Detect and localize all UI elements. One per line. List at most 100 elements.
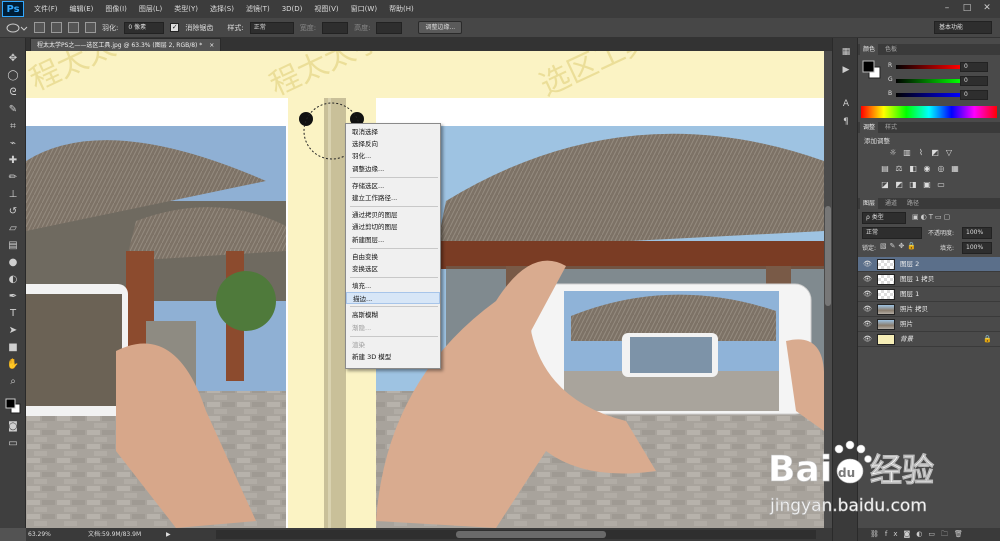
menu-image[interactable]: 图像(I): [99, 0, 133, 18]
eye-icon[interactable]: 👁: [863, 290, 872, 298]
color-balance-adjust-icon[interactable]: ⚖: [894, 164, 904, 174]
menu-layer[interactable]: 图层(L): [133, 0, 168, 18]
height-input[interactable]: [376, 21, 403, 34]
menu-item-transform-selection[interactable]: 变换选区: [346, 263, 440, 275]
menu-item-new-3d-model[interactable]: 新建 3D 模型: [346, 351, 440, 363]
menu-item-gaussian-blur[interactable]: 高斯模糊: [346, 309, 440, 321]
type-tool-icon[interactable]: T: [6, 307, 20, 321]
brightness-adjust-icon[interactable]: ☼: [888, 148, 898, 158]
curves-adjust-icon[interactable]: ⌇: [916, 148, 926, 158]
gradient-tool-icon[interactable]: ▤: [6, 239, 20, 253]
photo-filter-adjust-icon[interactable]: ◉: [922, 164, 932, 174]
opacity-input[interactable]: 100%: [962, 227, 992, 239]
menu-3d[interactable]: 3D(D): [276, 0, 309, 18]
selective-color-adjust-icon[interactable]: ▣: [922, 180, 932, 190]
tab-layers[interactable]: 图层: [860, 198, 879, 209]
tab-color[interactable]: 颜色: [860, 44, 879, 55]
close-window-button[interactable]: ✕: [980, 2, 994, 14]
exposure-adjust-icon[interactable]: ◩: [930, 148, 940, 158]
document-tab[interactable]: 程太太学PS之——选区工具.jpg @ 63.3% (图层 2, RGB/8) …: [30, 38, 222, 51]
maximize-button[interactable]: □: [960, 2, 974, 14]
eye-icon[interactable]: 👁: [863, 335, 872, 343]
green-slider[interactable]: G 0: [888, 76, 996, 86]
layer-row[interactable]: 👁 照片: [858, 317, 1000, 332]
color-lookup-adjust-icon[interactable]: ▦: [950, 164, 960, 174]
close-tab-icon[interactable]: ×: [209, 42, 214, 49]
history-brush-tool-icon[interactable]: ↺: [6, 205, 20, 219]
channel-mixer-adjust-icon[interactable]: ◎: [936, 164, 946, 174]
elliptical-marquee-tool-preset-icon[interactable]: [6, 22, 28, 34]
actions-panel-icon[interactable]: ▶: [840, 64, 852, 76]
green-slider-bar[interactable]: [896, 79, 960, 83]
path-selection-tool-icon[interactable]: ➤: [6, 324, 20, 338]
add-to-selection-icon[interactable]: [51, 22, 62, 33]
layer-row[interactable]: 👁 图层 1: [858, 287, 1000, 302]
crop-tool-icon[interactable]: ⌗: [6, 120, 20, 134]
layer-row[interactable]: 👁 图层 1 拷贝: [858, 272, 1000, 287]
color-swatch-icon[interactable]: [862, 60, 882, 80]
red-slider-bar[interactable]: [896, 65, 960, 69]
menu-item-layer-via-cut[interactable]: 通过剪切的图层: [346, 221, 440, 233]
menu-item-make-work-path[interactable]: 建立工作路径...: [346, 192, 440, 204]
style-select[interactable]: 正常: [249, 21, 294, 34]
hue-saturation-adjust-icon[interactable]: ▤: [880, 164, 890, 174]
gradient-map-adjust-icon[interactable]: ▭: [936, 180, 946, 190]
status-menu-arrow-icon[interactable]: ▶: [166, 528, 171, 541]
clone-stamp-tool-icon[interactable]: ⊥: [6, 188, 20, 202]
layer-name[interactable]: 图层 2: [900, 257, 919, 272]
levels-adjust-icon[interactable]: ▥: [902, 148, 912, 158]
menu-item-feather[interactable]: 羽化...: [346, 150, 440, 162]
blend-mode-select[interactable]: 正常: [862, 227, 922, 239]
vibrance-adjust-icon[interactable]: ▽: [944, 148, 954, 158]
elliptical-marquee-tool-icon[interactable]: ◯: [6, 69, 20, 83]
brush-tool-icon[interactable]: ✏: [6, 171, 20, 185]
red-slider[interactable]: R 0: [888, 62, 996, 72]
layer-row[interactable]: 👁 照片 拷贝: [858, 302, 1000, 317]
lasso-tool-icon[interactable]: ᘓ: [6, 86, 20, 100]
paragraph-panel-icon[interactable]: ¶: [840, 116, 852, 128]
eye-icon[interactable]: 👁: [863, 305, 872, 313]
menu-item-free-transform[interactable]: 自由变换: [346, 251, 440, 263]
hand-tool-icon[interactable]: ✋: [6, 358, 20, 372]
layer-name[interactable]: 图层 1 拷贝: [900, 272, 934, 287]
intersect-selection-icon[interactable]: [85, 22, 96, 33]
color-spectrum-bar[interactable]: [861, 106, 997, 118]
tab-paths[interactable]: 路径: [904, 198, 922, 209]
character-panel-icon[interactable]: A: [840, 98, 852, 110]
eye-icon[interactable]: 👁: [863, 275, 872, 283]
tab-channels[interactable]: 通道: [882, 198, 900, 209]
horizontal-scrollbar[interactable]: [216, 530, 816, 539]
red-value[interactable]: 0: [960, 62, 988, 72]
quick-selection-tool-icon[interactable]: ✎: [6, 103, 20, 117]
pen-tool-icon[interactable]: ✒: [6, 290, 20, 304]
layer-kind-filter[interactable]: ρ 类型: [862, 212, 906, 224]
invert-adjust-icon[interactable]: ◪: [880, 180, 890, 190]
threshold-adjust-icon[interactable]: ◨: [908, 180, 918, 190]
antialias-checkbox[interactable]: ✓: [170, 23, 180, 32]
blue-slider[interactable]: B 0: [888, 90, 996, 100]
dodge-tool-icon[interactable]: ◐: [6, 273, 20, 287]
feather-input[interactable]: 0 像素: [124, 21, 165, 34]
vertical-scroll-thumb[interactable]: [825, 206, 831, 306]
menu-item-refine-edge[interactable]: 调整边缘...: [346, 163, 440, 175]
menu-filter[interactable]: 滤镜(T): [240, 0, 276, 18]
menu-help[interactable]: 帮助(H): [383, 0, 420, 18]
eye-icon[interactable]: 👁: [863, 260, 872, 268]
fill-input[interactable]: 100%: [962, 242, 992, 254]
eraser-tool-icon[interactable]: ▱: [6, 222, 20, 236]
refine-edge-button[interactable]: 调整边缘...: [418, 21, 463, 34]
minimize-button[interactable]: –: [940, 2, 954, 14]
workspace-select[interactable]: 基本功能: [934, 21, 992, 34]
zoom-tool-icon[interactable]: ⌕: [6, 375, 20, 389]
move-tool-icon[interactable]: ✥: [6, 52, 20, 66]
menu-item-select-inverse[interactable]: 选择反向: [346, 138, 440, 150]
width-input[interactable]: [322, 21, 349, 34]
rectangle-tool-icon[interactable]: ■: [6, 341, 20, 355]
foreground-background-colors-icon[interactable]: [5, 398, 21, 414]
menu-item-deselect[interactable]: 取消选择: [346, 126, 440, 138]
layer-name[interactable]: 照片: [900, 317, 913, 332]
menu-item-stroke[interactable]: 描边...: [346, 292, 440, 305]
lock-options-icons[interactable]: ▧✎✥🔒: [880, 242, 919, 250]
eye-icon[interactable]: 👁: [863, 320, 872, 328]
menu-item-save-selection[interactable]: 存储选区...: [346, 180, 440, 192]
